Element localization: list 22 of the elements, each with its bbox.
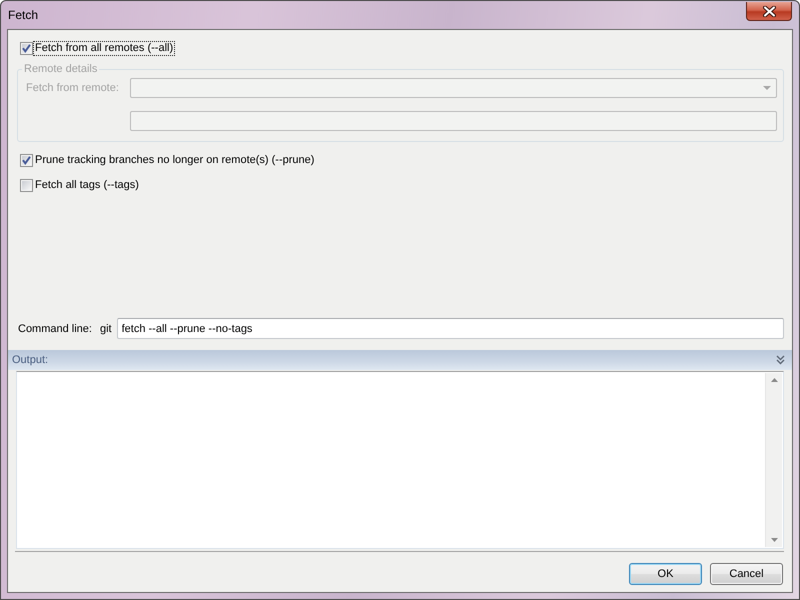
close-button[interactable] [746, 2, 792, 21]
command-line-field[interactable]: fetch --all --prune --no-tags [116, 318, 784, 339]
close-icon [762, 6, 776, 16]
checkbox-label[interactable]: Prune tracking branches no longer on remote(s) (--prune) [34, 154, 316, 167]
field-label: Fetch from remote: [26, 82, 120, 94]
program-name: git [100, 322, 112, 334]
checkbox[interactable] [20, 154, 33, 167]
command-line-label: Command line: [18, 322, 92, 334]
scroll-down-icon[interactable] [770, 538, 778, 542]
checkbox[interactable] [20, 42, 33, 55]
output-title: Output: [12, 354, 48, 366]
scrollbar[interactable] [765, 373, 782, 547]
dropdown-caret-icon [763, 86, 771, 90]
checkbox[interactable] [20, 179, 33, 192]
dialog-button[interactable]: OK [629, 563, 702, 585]
group-title: Remote details [23, 62, 98, 76]
checkbox-label[interactable]: Fetch all tags (--tags) [34, 179, 140, 192]
collapse-icon[interactable] [776, 355, 785, 365]
window-title: Fetch [7, 8, 38, 22]
scroll-up-icon[interactable] [770, 378, 778, 382]
checkbox-label[interactable]: Fetch from all remotes (--all) [34, 42, 174, 55]
dialog-button[interactable]: Cancel [710, 563, 783, 585]
